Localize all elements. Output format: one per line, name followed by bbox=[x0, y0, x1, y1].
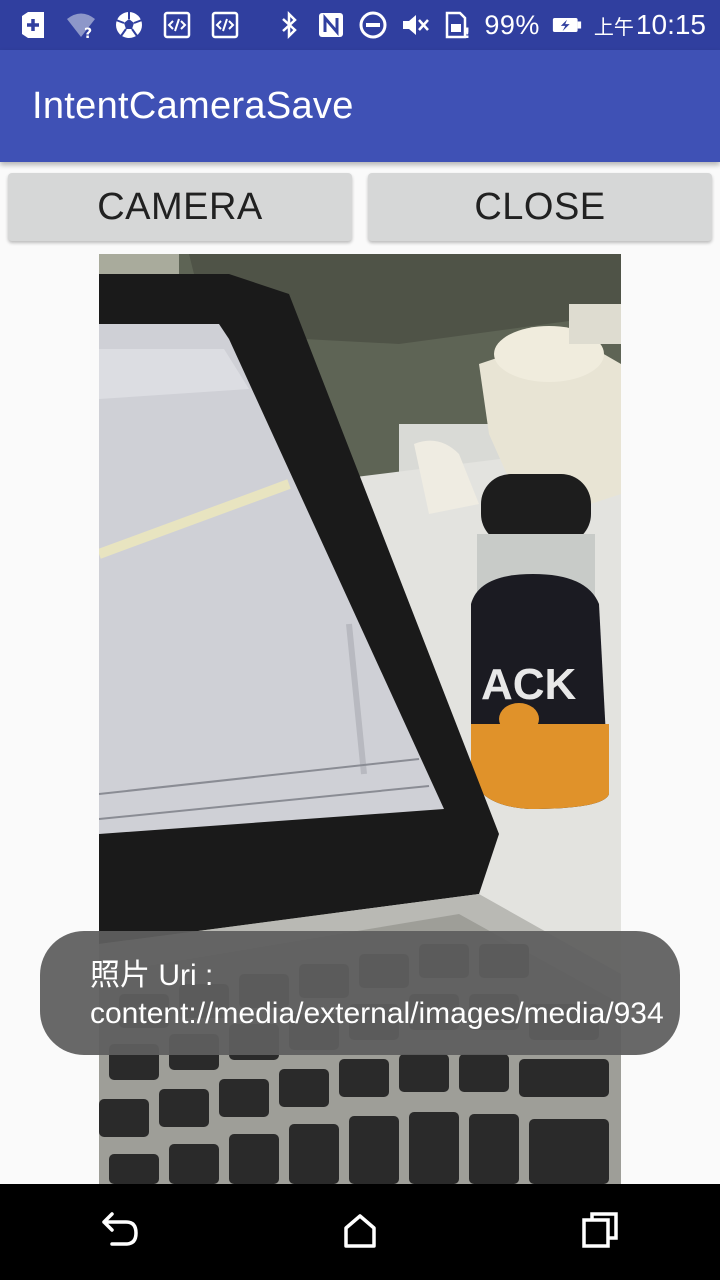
svg-text:!: ! bbox=[464, 26, 470, 40]
nfc-icon bbox=[316, 10, 346, 40]
soccer-ball-icon bbox=[114, 10, 144, 40]
svg-text:?: ? bbox=[84, 26, 92, 40]
battery-charging-icon bbox=[552, 10, 582, 40]
bluetooth-icon bbox=[274, 10, 304, 40]
code-notification-icon bbox=[210, 10, 240, 40]
battery-percent: 99% bbox=[484, 9, 540, 40]
camera-button[interactable]: CAMERA bbox=[8, 173, 352, 241]
screen: ? ! 99% 上午 10:15 IntentCameraSave CAMERA… bbox=[0, 0, 720, 1280]
navigation-bar bbox=[0, 1184, 720, 1280]
status-bar-left: ? bbox=[0, 10, 240, 40]
close-button[interactable]: CLOSE bbox=[368, 173, 712, 241]
back-icon bbox=[98, 1208, 142, 1257]
recents-icon bbox=[578, 1208, 622, 1257]
toast-message: 照片 Uri : content://media/external/images… bbox=[40, 931, 680, 1055]
clock-time: 10:15 bbox=[635, 9, 706, 40]
mute-icon bbox=[400, 10, 430, 40]
code-notification-icon bbox=[162, 10, 192, 40]
recents-button[interactable] bbox=[552, 1184, 648, 1280]
add-box-icon bbox=[18, 10, 48, 40]
clock-period: 上午 bbox=[593, 17, 634, 39]
clock: 上午 10:15 bbox=[594, 9, 706, 41]
svg-text:ACK: ACK bbox=[481, 660, 577, 709]
sim-alert-icon: ! bbox=[442, 10, 472, 40]
home-icon bbox=[338, 1208, 382, 1257]
back-button[interactable] bbox=[72, 1184, 168, 1280]
do-not-disturb-icon bbox=[358, 10, 388, 40]
status-bar-right: ! 99% 上午 10:15 bbox=[274, 9, 720, 41]
status-bar: ? ! 99% 上午 10:15 bbox=[0, 0, 720, 50]
wifi-unknown-icon: ? bbox=[66, 10, 96, 40]
app-bar: IntentCameraSave bbox=[0, 50, 720, 162]
app-title: IntentCameraSave bbox=[32, 84, 354, 127]
home-button[interactable] bbox=[312, 1184, 408, 1280]
